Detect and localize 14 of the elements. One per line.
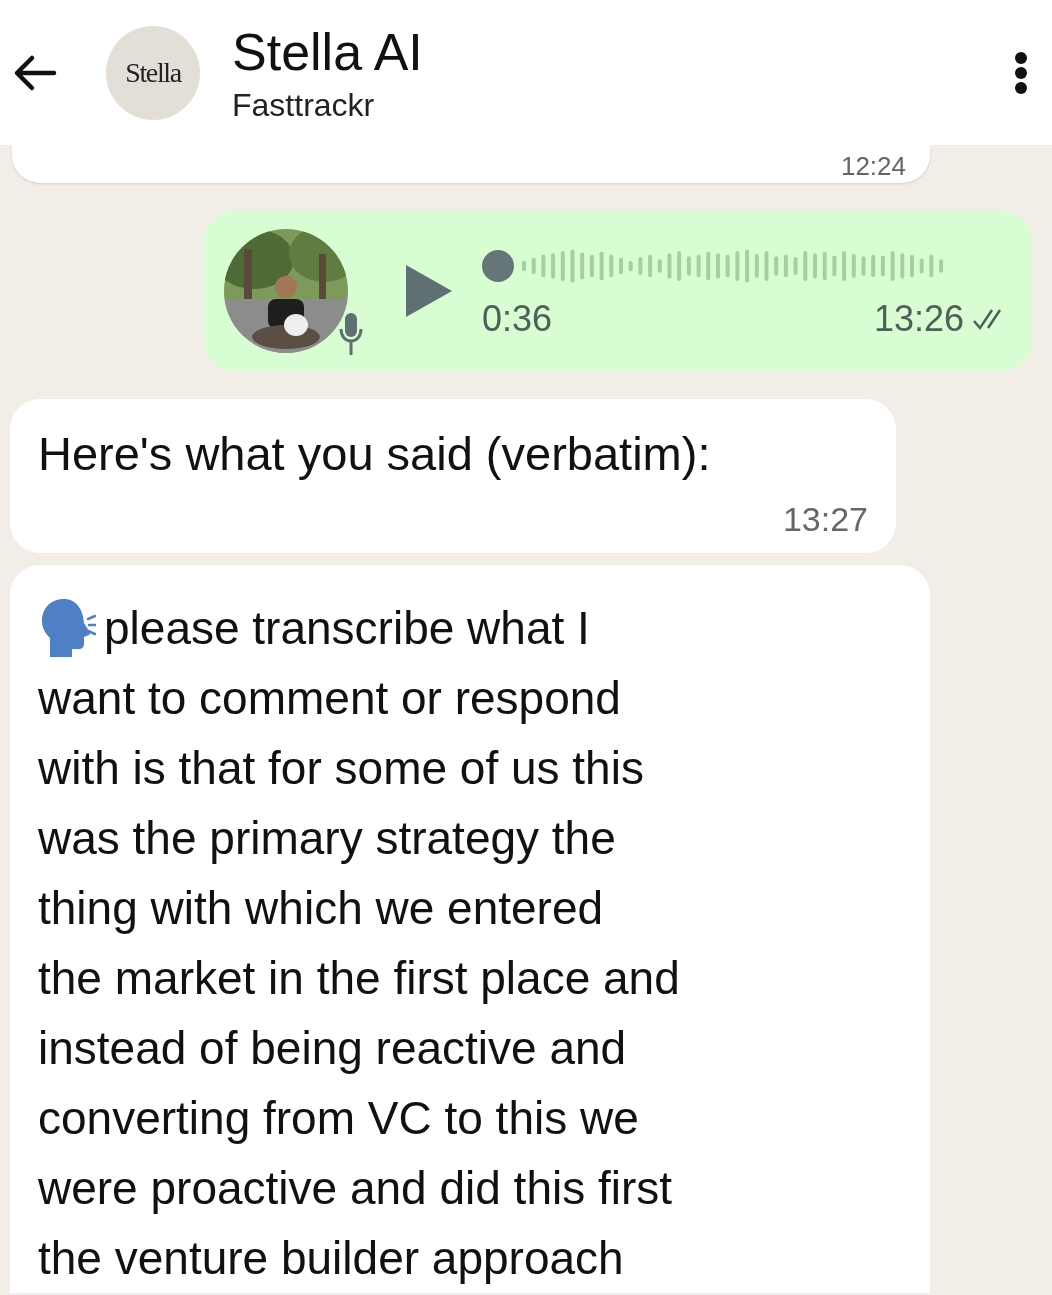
message-time: 13:27 [782, 498, 868, 540]
voice-duration: 0:36 [482, 297, 553, 341]
contact-logo[interactable]: Stella [106, 25, 200, 120]
chat-title: Stella AI [232, 22, 423, 83]
microphone-icon [338, 311, 364, 357]
message-time: 13:26 [873, 297, 964, 341]
logo-text: Stella [125, 58, 181, 87]
message-text: please transcribe what I [104, 600, 590, 656]
chat-subtitle: Fasttrackr [232, 86, 376, 125]
message-time: 12:24 [840, 153, 906, 179]
message-text: want to comment or respond with is that for some of us this was the primary strategy the thing with which we entered the market in the first place and instead of being reactive and converting from VC to this we were proactive and did this first the venture builder approach [38, 670, 680, 1286]
message-text: Here's what you said (verbatim): [38, 426, 712, 482]
more-options-icon[interactable] [1014, 50, 1028, 95]
play-icon[interactable] [404, 263, 454, 319]
